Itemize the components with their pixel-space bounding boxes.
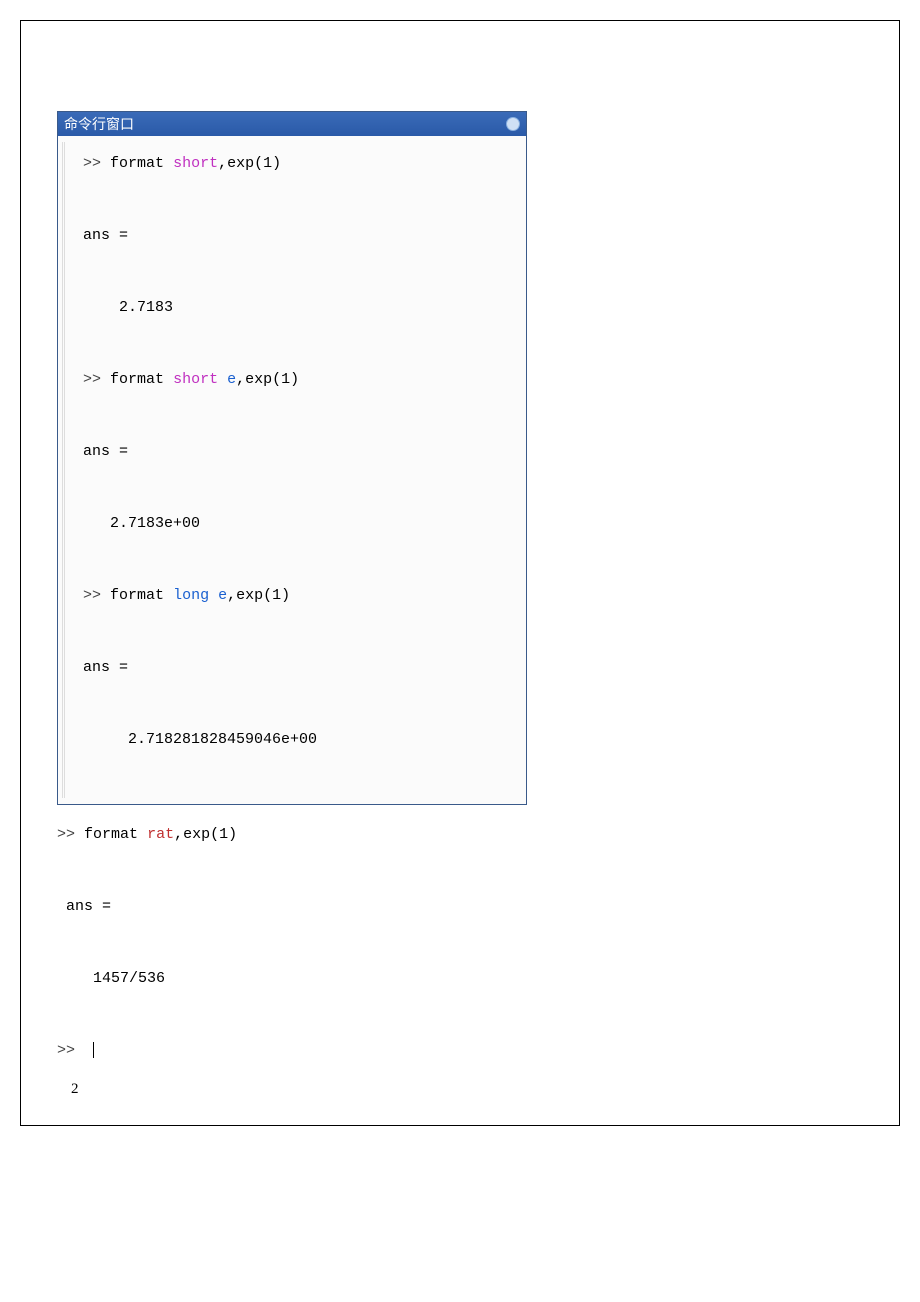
prompt-icon: >> — [57, 1042, 75, 1059]
keyword-format: format — [110, 587, 164, 604]
keyword-format: format — [110, 155, 164, 172]
prompt-icon: >> — [83, 155, 101, 172]
blank-line — [57, 997, 881, 1033]
keyword-e: e — [227, 371, 236, 388]
ans-value: 2.718281828459046e+00 — [83, 722, 522, 758]
cmd-line: >> format long e,exp(1) — [83, 578, 522, 614]
keyword-e: e — [218, 587, 227, 604]
arg-exp: ,exp(1) — [236, 371, 299, 388]
prompt-icon: >> — [83, 587, 101, 604]
footnote-number: 2 — [71, 1071, 881, 1107]
keyword-long: long — [173, 587, 209, 604]
overflow-output: >> format rat,exp(1) ans = 1457/536 >> 2 — [57, 817, 881, 1107]
command-window: 命令行窗口 >> format short,exp(1) ans = 2.718… — [57, 111, 527, 805]
ans-value: 2.7183 — [83, 290, 522, 326]
prompt-icon: >> — [57, 826, 75, 843]
ans-label: ans = — [83, 218, 522, 254]
code-area: >> format short,exp(1) ans = 2.7183 >> f… — [62, 142, 522, 798]
keyword-rat: rat — [147, 826, 174, 843]
titlebar-help-icon[interactable] — [506, 117, 520, 131]
cmd-line: >> format rat,exp(1) — [57, 817, 881, 853]
blank-line — [83, 326, 522, 362]
titlebar-title: 命令行窗口 — [64, 114, 134, 134]
blank-line — [83, 686, 522, 722]
command-window-body[interactable]: >> format short,exp(1) ans = 2.7183 >> f… — [58, 136, 526, 804]
blank-line — [57, 925, 881, 961]
command-window-titlebar: 命令行窗口 — [58, 112, 526, 136]
ans-label: ans = — [83, 434, 522, 470]
keyword-short: short — [173, 155, 218, 172]
blank-line — [83, 470, 522, 506]
ans-value: 2.7183e+00 — [83, 506, 522, 542]
keyword-short-e: short — [173, 371, 218, 388]
blank-line — [83, 542, 522, 578]
blank-line — [57, 853, 881, 889]
blank-line — [83, 614, 522, 650]
cmd-line: >> format short,exp(1) — [83, 146, 522, 182]
arg-exp: ,exp(1) — [174, 826, 237, 843]
keyword-format: format — [84, 826, 138, 843]
page-container: 命令行窗口 >> format short,exp(1) ans = 2.718… — [20, 20, 900, 1126]
blank-line — [83, 758, 522, 794]
blank-line — [83, 254, 522, 290]
arg-exp: ,exp(1) — [218, 155, 281, 172]
text-cursor-icon — [93, 1042, 94, 1058]
ans-value: 1457/536 — [57, 961, 881, 997]
blank-line — [83, 182, 522, 218]
ans-label: ans = — [83, 650, 522, 686]
blank-line — [83, 398, 522, 434]
ans-label: ans = — [57, 889, 881, 925]
cmd-line-active[interactable]: >> — [57, 1033, 881, 1069]
cmd-line: >> format short e,exp(1) — [83, 362, 522, 398]
keyword-format: format — [110, 371, 164, 388]
arg-exp: ,exp(1) — [227, 587, 290, 604]
prompt-icon: >> — [83, 371, 101, 388]
